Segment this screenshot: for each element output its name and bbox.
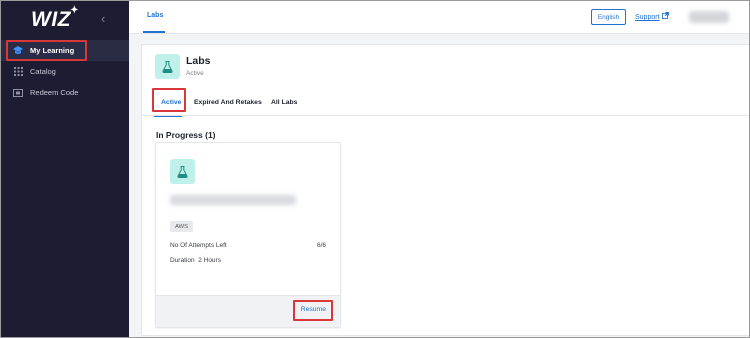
- attempts-label: No Of Attempts Left: [170, 242, 227, 249]
- tab-all-labs[interactable]: All Labs: [271, 93, 297, 112]
- highlight-box: [152, 88, 186, 112]
- lab-card[interactable]: AWS No Of Attempts Left 6/6 Duration 2 H…: [155, 142, 341, 328]
- language-button[interactable]: English: [591, 9, 626, 25]
- highlight-box: [6, 40, 87, 61]
- sidebar-item-label: Catalog: [30, 67, 56, 76]
- duration-row: Duration 2 Hours: [170, 257, 221, 264]
- page-title: Labs: [186, 55, 211, 67]
- tab-expired-and-retakes[interactable]: Expired And Retakes: [194, 93, 262, 112]
- attempts-value: 6/6: [316, 242, 326, 249]
- card-footer: Resume: [156, 295, 340, 327]
- ticket-icon: [13, 88, 23, 98]
- lab-title-redacted: [170, 195, 296, 205]
- sidebar: WIZ ✦ ‹ My Learning Catalog Redeem Code: [1, 1, 129, 337]
- logo-star-icon: ✦: [70, 5, 79, 16]
- wiz-logo[interactable]: WIZ ✦: [31, 5, 78, 32]
- top-bar: Labs English Support: [129, 1, 749, 34]
- tabs-divider: [142, 115, 749, 116]
- section-title: In Progress (1): [156, 130, 216, 140]
- external-link-icon: [661, 12, 669, 21]
- collapse-sidebar-icon[interactable]: ‹: [101, 11, 105, 26]
- flask-icon: [170, 159, 195, 184]
- grid-icon: [13, 67, 23, 77]
- page-status: Active: [186, 70, 204, 77]
- support-label: Support: [635, 14, 660, 21]
- logo-text: WIZ: [31, 8, 71, 31]
- sidebar-item-catalog[interactable]: Catalog: [1, 61, 129, 82]
- labs-panel: Labs Active Active Expired And Retakes A…: [141, 44, 749, 336]
- flask-icon: [155, 54, 180, 79]
- app-window: WIZ ✦ ‹ My Learning Catalog Redeem Code L…: [0, 0, 750, 338]
- duration-label: Duration: [170, 257, 195, 264]
- main-content: Labs English Support Labs Active Active …: [129, 1, 749, 337]
- user-menu[interactable]: [689, 11, 729, 23]
- highlight-box: [293, 300, 333, 321]
- provider-tag: AWS: [170, 221, 193, 232]
- sidebar-item-label: Redeem Code: [30, 88, 79, 97]
- breadcrumb-labs[interactable]: Labs: [147, 12, 163, 19]
- sidebar-item-redeem-code[interactable]: Redeem Code: [1, 82, 129, 103]
- support-link[interactable]: Support: [635, 12, 669, 21]
- duration-value: 2 Hours: [198, 257, 221, 264]
- breadcrumb-underline: [143, 31, 165, 33]
